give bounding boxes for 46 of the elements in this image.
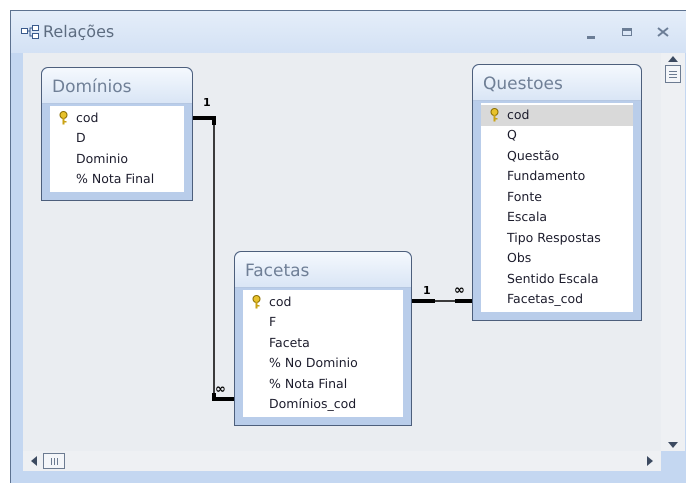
cardinality-label: 1 (203, 97, 211, 108)
field-item[interactable]: Tipo Respostas (481, 228, 633, 248)
field-item[interactable]: cod (481, 105, 633, 126)
field-item[interactable]: Domínios_cod (243, 394, 403, 415)
field-item[interactable]: Faceta (243, 333, 403, 354)
field-item[interactable]: Questão (481, 146, 633, 166)
key-icon (490, 108, 498, 122)
window-title: Relações (43, 21, 114, 43)
relationships-icon (21, 25, 39, 39)
field-item[interactable]: Escala (481, 208, 633, 228)
close-button[interactable] (656, 25, 670, 39)
field-item[interactable]: Dominio (50, 149, 184, 170)
vertical-scrollbar[interactable] (661, 53, 685, 451)
field-item[interactable]: % Nota Final (50, 170, 184, 190)
cardinality-label: ∞ (454, 284, 465, 297)
scroll-left-icon[interactable] (31, 456, 37, 466)
field-item[interactable]: cod (50, 108, 184, 128)
field-item[interactable]: Fundamento (481, 166, 633, 187)
maximize-button[interactable] (620, 25, 634, 39)
key-icon (58, 111, 68, 126)
field-item[interactable]: Sentido Escala (481, 269, 633, 290)
scroll-thumb[interactable] (43, 453, 65, 469)
field-item[interactable]: D (50, 128, 184, 149)
field-item[interactable]: Facetas_cod (481, 290, 633, 310)
key-icon (252, 295, 260, 310)
cardinality-label: ∞ (215, 383, 226, 396)
field-item[interactable]: F (243, 312, 403, 333)
table-title: Facetas (235, 252, 411, 288)
table-title: Questoes (473, 65, 641, 101)
table-card[interactable]: Questoes cod Q Questão Fundamento Fonte Escala Tipo Respostas Obs Sentido Escala Facetas_cod (472, 64, 642, 321)
table-card[interactable]: Facetas cod F Faceta % No Dominio % Nota Final Domínios_cod (234, 251, 412, 426)
table-card[interactable]: Domínios cod D Dominio % Nota Final (41, 67, 193, 201)
field-item[interactable]: Q (481, 126, 633, 146)
field-item[interactable]: Fonte (481, 187, 633, 208)
scroll-up-icon[interactable] (668, 56, 678, 62)
table-title: Domínios (42, 68, 192, 104)
field-item[interactable]: % Nota Final (243, 374, 403, 394)
scroll-thumb[interactable] (665, 65, 681, 83)
horizontal-scrollbar[interactable] (23, 451, 661, 471)
scroll-right-icon[interactable] (647, 456, 653, 466)
field-item[interactable]: cod (243, 292, 403, 312)
field-item[interactable]: % No Dominio (243, 354, 403, 374)
field-item[interactable]: Obs (481, 248, 633, 269)
scroll-down-icon[interactable] (668, 442, 678, 448)
cardinality-label: 1 (423, 285, 431, 296)
relationship-line (410, 299, 474, 303)
